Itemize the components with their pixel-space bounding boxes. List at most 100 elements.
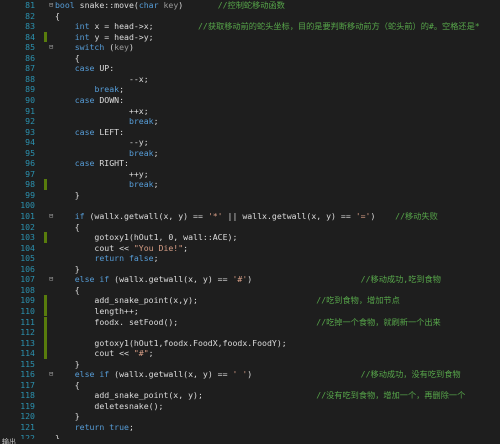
code-line[interactable]: 87 case UP: [0, 63, 500, 74]
code-token: //移动失败 [395, 211, 438, 221]
code-token: { [55, 284, 80, 295]
line-number: 116 [20, 369, 35, 380]
code-text: return true; [55, 422, 134, 433]
code-token: deletesnake(); [55, 400, 164, 411]
code-line[interactable]: 113 gotoxy1(hOut1,foodx.FoodX,foodx.Food… [0, 337, 500, 349]
code-editor[interactable]: 81 ⊟ bool snake::move(char key) //控制蛇移动函数 8… [0, 0, 500, 444]
code-token: RIGHT: [94, 158, 129, 169]
code-token: return [74, 422, 105, 432]
code-text: deletesnake(); [55, 401, 163, 412]
line-number: 87 [25, 63, 35, 74]
code-token: break [94, 84, 120, 95]
collapse-icon[interactable]: ⊟ [49, 42, 53, 53]
code-line[interactable]: 92 break; [0, 116, 500, 127]
code-token: UP: [94, 63, 115, 74]
code-line[interactable]: 107 ⊟ else if (wallx.getwall(x, y) == '#'… [0, 274, 500, 285]
code-line[interactable]: 116 ⊟ else if (wallx.getwall(x, y) == ' '… [0, 369, 500, 380]
code-token: (wallx.getwall(x, y) == [109, 274, 233, 285]
line-number: 86 [25, 52, 35, 63]
vertical-scrollbar[interactable] [494, 0, 500, 439]
code-line[interactable]: 88 --x; [0, 74, 500, 85]
code-token: case [74, 126, 95, 137]
code-line[interactable]: 110 length++; [0, 305, 500, 317]
code-line[interactable]: 93 case LEFT: [0, 127, 500, 138]
line-number: 99 [25, 189, 35, 200]
code-token: ; [153, 179, 159, 190]
collapse-icon[interactable]: ⊟ [49, 369, 53, 380]
code-text: case UP: [55, 63, 114, 74]
code-line[interactable]: 97 ++y; [0, 169, 500, 180]
code-line[interactable]: 115 } [0, 359, 500, 370]
code-line[interactable]: 106 } [0, 264, 500, 275]
code-line[interactable]: 86 { [0, 53, 500, 64]
code-text: { [55, 53, 80, 64]
code-text: add_snake_point(x, y); //没有吃到食物，增加一个，再删除… [55, 390, 465, 401]
code-line[interactable]: 104 cout << "You Die!"; [0, 243, 500, 254]
code-text: --x; [55, 74, 149, 85]
code-line[interactable]: 94 --y; [0, 137, 500, 148]
code-line[interactable]: 117 { [0, 380, 500, 391]
code-line[interactable]: 101 ⊟ if (wallx.getwall(x, y) == '*' || w… [0, 211, 500, 222]
code-line[interactable]: 83 int x = head->x; //获取移动前的蛇头坐标，目的是要判断移… [0, 21, 500, 32]
code-text: case LEFT: [55, 127, 124, 138]
code-text: { [55, 380, 80, 391]
code-text: length++; [55, 306, 138, 317]
change-marker [44, 295, 47, 306]
code-line[interactable]: 105 return false; [0, 253, 500, 264]
change-marker [44, 179, 47, 190]
code-line[interactable]: 96 case RIGHT: [0, 158, 500, 169]
code-line[interactable]: 108 { [0, 285, 500, 296]
code-line[interactable]: 89 break; [0, 84, 500, 95]
line-number: 84 [25, 31, 35, 42]
code-token: (wallx.getwall(x, y) == [109, 369, 233, 380]
code-token: "You Die!" [133, 242, 184, 253]
line-number: 88 [25, 73, 35, 84]
collapse-icon[interactable]: ⊟ [49, 0, 53, 11]
code-line[interactable]: 114 cout << "#"; [0, 348, 500, 359]
code-line[interactable]: 103 gotoxy1(hOut1, 0, wall::ACE); [0, 232, 500, 243]
line-number: 119 [20, 400, 35, 411]
line-number: 92 [25, 116, 35, 127]
code-line[interactable]: 99 } [0, 190, 500, 201]
code-token: //移动成功,吃到食物 [360, 274, 441, 285]
code-line[interactable]: 84 int y = head->y; [0, 31, 500, 43]
code-line[interactable]: 81 ⊟ bool snake::move(char key) //控制蛇移动函数 [0, 0, 500, 11]
code-line[interactable]: 118 add_snake_point(x, y); //没有吃到食物，增加一个… [0, 390, 500, 401]
collapse-icon[interactable]: ⊟ [49, 211, 53, 222]
code-line[interactable]: 121 return true; [0, 422, 500, 433]
code-line[interactable]: 85 ⊟ switch (key) [0, 42, 500, 53]
code-text: if (wallx.getwall(x, y) == '*' || wallx.… [55, 211, 438, 222]
code-line[interactable]: 120 } [0, 411, 500, 422]
code-token: || wallx.getwall(x, y) == [222, 211, 356, 221]
code-line[interactable]: 90 case DOWN: [0, 95, 500, 106]
code-line[interactable]: 91 ++x; [0, 106, 500, 117]
code-line[interactable]: 111 foodx. setFood(); //吃掉一个食物，就刷新一个出来 [0, 316, 500, 328]
code-line[interactable]: 100 [0, 200, 500, 211]
code-text: break; [55, 116, 159, 127]
code-line[interactable]: 98 break; [0, 179, 500, 190]
change-marker [44, 316, 47, 328]
code-line[interactable]: 102 { [0, 222, 500, 233]
code-line[interactable]: 109 add_snake_point(x,y); //吃到食物，增加节点 [0, 295, 500, 306]
code-line[interactable]: 82 { [0, 11, 500, 22]
line-number: 81 [25, 0, 35, 10]
code-line[interactable]: 95 break; [0, 148, 500, 159]
code-line[interactable]: 119 deletesnake(); [0, 401, 500, 412]
code-token: { [55, 10, 60, 21]
code-token: ( [104, 42, 115, 53]
line-number: 91 [25, 105, 35, 116]
output-panel-label[interactable]: 输出 [2, 437, 16, 444]
code-token: switch [74, 42, 105, 53]
code-line[interactable]: 112 [0, 327, 500, 338]
line-number: 114 [20, 348, 35, 359]
collapse-icon[interactable]: ⊟ [49, 274, 53, 285]
